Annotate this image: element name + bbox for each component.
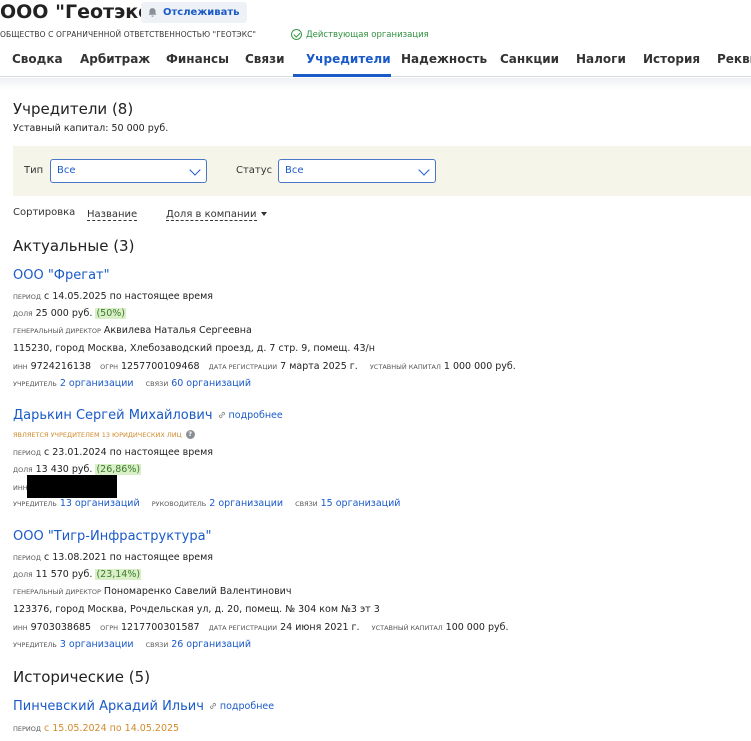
sort-by-name[interactable]: Название: [87, 207, 138, 221]
founder-address: 123376, город Москва, Рочдельская ул, д.…: [13, 604, 380, 615]
historic-title: Исторические (5): [13, 668, 151, 686]
link-chain-icon: [218, 411, 225, 419]
filter-bar: Тип Все Статус Все: [13, 146, 751, 196]
check-circle-icon: [291, 29, 302, 40]
tab-requisites[interactable]: Рекви: [717, 52, 751, 66]
tab-founders[interactable]: Учредители: [306, 52, 391, 66]
founder-period: период с 23.01.2024 по настоящее время: [13, 447, 214, 458]
status-select[interactable]: Все: [278, 159, 436, 183]
tab-finance[interactable]: Финансы: [166, 52, 229, 66]
founder-of-link[interactable]: 13 организаций: [60, 498, 140, 509]
tab-reliability[interactable]: Надежность: [401, 52, 487, 66]
redaction-block: [27, 475, 117, 498]
sort-label: Сортировка: [13, 207, 76, 218]
founder-relations: учредитель 2 организации связи 60 организа…: [13, 378, 252, 389]
tab-history[interactable]: История: [643, 52, 700, 66]
founder-header: Пинчевский Аркадий Ильич подробнее: [13, 699, 274, 714]
links-link[interactable]: 26 организаций: [171, 639, 251, 650]
founder-requisites: инн 9724216138 огрн 1257700109468 дата рег…: [13, 361, 516, 372]
tab-taxes[interactable]: Налоги: [576, 52, 626, 66]
status-filter-label: Статус: [236, 165, 273, 176]
links-link[interactable]: 60 организаций: [171, 378, 251, 389]
founder-note: является учредителем 13 юридических лиц …: [13, 430, 195, 439]
founder-share: доля 25 000 руб. (50%): [13, 308, 126, 319]
section-capital: Уставный капитал: 50 000 руб.: [13, 123, 169, 134]
follow-label: Отслеживать: [163, 7, 240, 18]
share-percent: (50%): [95, 308, 126, 319]
founder-of-link[interactable]: 2 организации: [60, 378, 134, 389]
founder-requisites: инн 9703038685 огрн 1217700301587 дата рег…: [13, 622, 509, 633]
founder-share: доля 11 570 руб. (23,14%): [13, 569, 142, 580]
tab-links[interactable]: Связи: [245, 52, 285, 66]
sort-by-share[interactable]: Доля в компании: [166, 207, 267, 221]
follow-button[interactable]: Отслеживать: [141, 2, 248, 23]
share-percent: (26,86%): [95, 464, 142, 475]
bell-icon: [148, 8, 157, 17]
founder-name-link[interactable]: ООО "Тигр-Инфраструктура": [13, 529, 212, 544]
triangle-down-icon: [260, 212, 267, 216]
chevron-down-icon: [418, 164, 430, 176]
active-tab-indicator: [293, 74, 391, 77]
company-full-name: ОБЩЕСТВО С ОГРАНИЧЕННОЙ ОТВЕТСТВЕННОСТЬЮ…: [0, 30, 257, 39]
founder-director: генеральный директор Пономаренко Савелий …: [13, 586, 292, 597]
founder-name-link[interactable]: Пинчевский Аркадий Ильич: [13, 699, 204, 714]
founder-director: генеральный директор Аквилева Наталья Сер…: [13, 325, 252, 336]
actual-title: Актуальные (3): [13, 237, 135, 255]
link-chain-icon: [209, 702, 216, 710]
type-filter-label: Тип: [24, 165, 44, 176]
founder-period: период с 15.05.2024 по 14.05.2025: [13, 723, 180, 734]
type-select-value: Все: [57, 165, 76, 176]
tab-bar: Сводка Арбитраж Финансы Связи Учредители…: [0, 43, 751, 77]
tab-arbitration[interactable]: Арбитраж: [80, 52, 150, 66]
status-select-value: Все: [285, 165, 304, 176]
founder-address: 115230, город Москва, Хлебозаводский про…: [13, 343, 375, 354]
page-title: ООО "Геотэкс": [0, 1, 160, 23]
founder-name-link[interactable]: Дарькин Сергей Михайлович: [13, 408, 213, 423]
founder-of-link[interactable]: 3 организации: [60, 639, 134, 650]
tab-sanctions[interactable]: Санкции: [500, 52, 559, 66]
chevron-down-icon: [189, 164, 201, 176]
tab-summary[interactable]: Сводка: [12, 52, 63, 66]
founder-header: Дарькин Сергей Михайлович подробнее: [13, 408, 283, 423]
founder-relations: учредитель 13 организаций руководитель 2 о…: [13, 498, 401, 509]
founder-name-link[interactable]: ООО "Фрегат": [13, 268, 110, 283]
help-icon[interactable]: ?: [185, 430, 195, 439]
head-of-link[interactable]: 2 организации: [209, 498, 283, 509]
share-percent: (23,14%): [95, 569, 142, 580]
links-link[interactable]: 15 организаций: [321, 498, 401, 509]
more-link[interactable]: подробнее: [209, 701, 274, 712]
type-select[interactable]: Все: [50, 159, 207, 183]
founder-period: период с 14.05.2025 по настоящее время: [13, 291, 214, 302]
status-text: Действующая организация: [306, 29, 429, 40]
founder-period: период с 13.08.2021 по настоящее время: [13, 552, 214, 563]
founder-relations: учредитель 3 организации связи 26 организа…: [13, 639, 252, 650]
section-title: Учредители (8): [13, 100, 134, 118]
founder-share: доля 13 430 руб. (26,86%): [13, 464, 142, 475]
more-link[interactable]: подробнее: [218, 410, 283, 421]
panel-shadow: [0, 78, 751, 90]
status-badge: Действующая организация: [291, 29, 429, 40]
